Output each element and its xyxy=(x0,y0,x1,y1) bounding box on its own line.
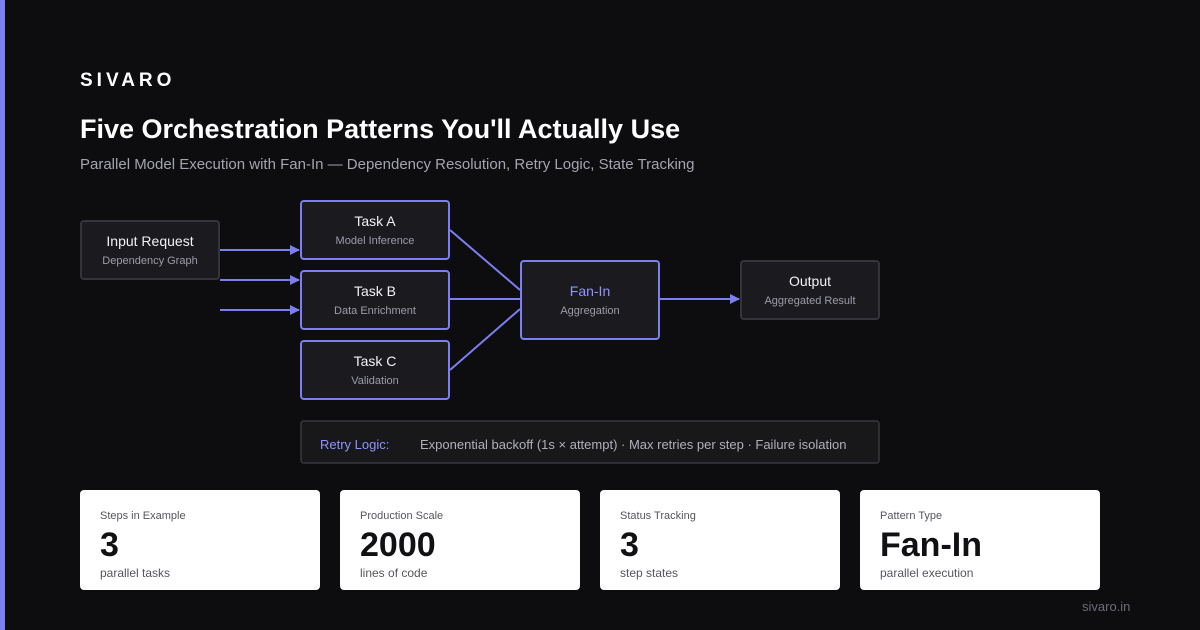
stat-label: Steps in Example xyxy=(100,510,186,522)
stat-label: Status Tracking xyxy=(620,510,696,522)
stat-value: 3 xyxy=(620,526,639,564)
stat-unit: parallel tasks xyxy=(100,566,171,580)
node-title: Output xyxy=(788,273,832,289)
node-title: Fan-In xyxy=(569,283,611,299)
footer-url: sivaro.in xyxy=(1082,599,1131,614)
line-task-c-fanin xyxy=(449,308,521,371)
stat-card-pattern: Pattern Type Fan-In parallel execution xyxy=(860,490,1100,590)
retry-logic-panel: Retry Logic: Exponential backoff (1s × a… xyxy=(300,420,880,464)
node-subtitle: Dependency Graph xyxy=(102,255,198,267)
stat-card-status: Status Tracking 3 step states xyxy=(600,490,840,590)
stat-label: Production Scale xyxy=(360,510,444,522)
task-c-node: Task C Validation xyxy=(300,340,450,400)
stat-label: Pattern Type xyxy=(880,510,943,522)
retry-label: Retry Logic: xyxy=(320,437,390,452)
task-a-node: Task A Model Inference xyxy=(300,200,450,260)
node-subtitle: Aggregated Result xyxy=(764,295,856,307)
fan-in-node: Fan-In Aggregation xyxy=(520,260,660,340)
stat-value: Fan-In xyxy=(880,526,982,564)
task-b-node: Task B Data Enrichment xyxy=(300,270,450,330)
node-subtitle: Data Enrichment xyxy=(334,305,416,317)
stat-unit: parallel execution xyxy=(880,566,974,580)
node-subtitle: Model Inference xyxy=(335,235,415,247)
node-subtitle: Validation xyxy=(351,375,399,387)
stat-card-steps: Steps in Example 3 parallel tasks xyxy=(80,490,320,590)
node-title: Task B xyxy=(353,283,396,299)
line-task-a-fanin xyxy=(449,229,521,291)
output-node: Output Aggregated Result xyxy=(740,260,880,320)
retry-description: Exponential backoff (1s × attempt) · Max… xyxy=(420,437,847,452)
stat-value: 2000 xyxy=(360,526,436,564)
node-title: Task C xyxy=(353,353,397,369)
stat-value: 3 xyxy=(100,526,119,564)
node-title: Input Request xyxy=(106,233,194,249)
stat-unit: lines of code xyxy=(360,566,428,580)
stat-unit: step states xyxy=(620,566,679,580)
input-request-node: Input Request Dependency Graph xyxy=(80,220,220,280)
node-subtitle: Aggregation xyxy=(560,305,620,317)
stat-card-scale: Production Scale 2000 lines of code xyxy=(340,490,580,590)
node-title: Task A xyxy=(354,213,396,229)
